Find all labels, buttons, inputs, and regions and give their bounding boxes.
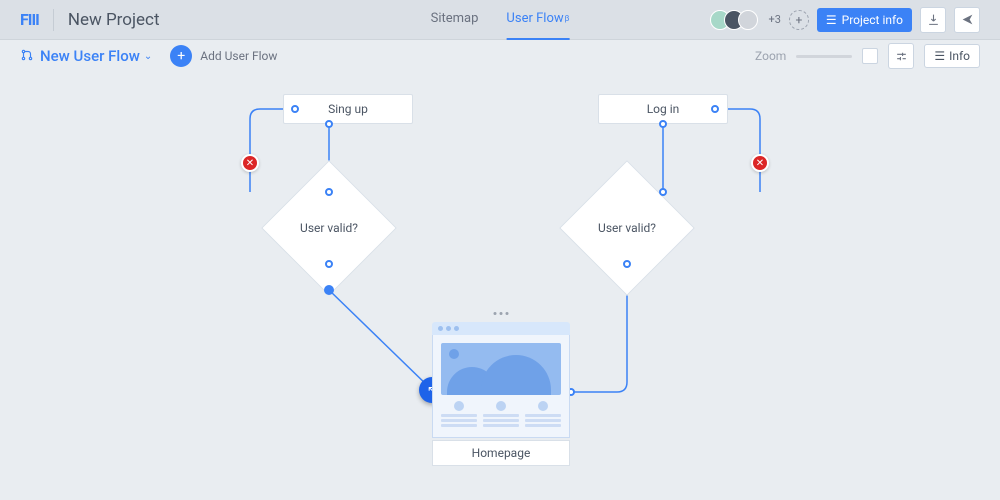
node-label: Log in — [647, 102, 680, 116]
drag-dots-icon — [494, 312, 509, 315]
anchor[interactable] — [659, 120, 667, 128]
tab-userflow[interactable]: User Flowβ — [506, 0, 569, 40]
download-icon — [927, 13, 940, 26]
anchor[interactable] — [325, 260, 333, 268]
share-icon — [961, 13, 974, 26]
zoom-value-box[interactable] — [862, 48, 878, 64]
project-title[interactable]: New Project — [68, 10, 160, 30]
browser-chrome — [432, 322, 570, 335]
settings-button[interactable] — [888, 43, 914, 69]
connector-handle[interactable] — [324, 285, 334, 295]
extra-collaborators-count[interactable]: +3 — [768, 13, 780, 26]
add-flow-label: Add User Flow — [200, 49, 277, 63]
flow-canvas[interactable]: Sing up Log in ✕ ✕ User valid? User vali… — [0, 72, 1000, 500]
node-label[interactable]: Homepage — [432, 440, 570, 466]
zoom-label: Zoom — [755, 49, 786, 63]
node-signup[interactable]: Sing up — [283, 94, 413, 124]
node-homepage[interactable]: Homepage — [432, 322, 570, 438]
tab-userflow-label: User Flow — [506, 11, 563, 26]
export-button[interactable] — [920, 7, 946, 33]
chevron-down-icon: ⌄ — [144, 51, 152, 62]
zoom-slider[interactable] — [796, 55, 852, 58]
flow-name-dropdown[interactable]: New User Flow ⌄ — [40, 47, 152, 65]
info-button[interactable]: ☰ Info — [924, 44, 980, 68]
main-tabs: Sitemap User Flowβ — [431, 0, 570, 40]
sliders-icon — [895, 50, 908, 63]
info-label: Info — [949, 49, 970, 63]
header-right: +3 + ☰ Project info — [716, 7, 980, 33]
toolbar-right: Zoom ☰ Info — [755, 43, 980, 69]
anchor[interactable] — [325, 120, 333, 128]
divider — [53, 9, 54, 31]
delete-connector-button[interactable]: ✕ — [751, 154, 769, 172]
collaborator-avatars[interactable] — [716, 10, 758, 30]
flow-icon — [20, 47, 34, 66]
share-button[interactable] — [954, 7, 980, 33]
anchor[interactable] — [325, 188, 333, 196]
anchor[interactable] — [659, 188, 667, 196]
delete-connector-button[interactable]: ✕ — [241, 154, 259, 172]
page-preview — [432, 335, 570, 438]
anchor[interactable] — [291, 105, 299, 113]
anchor[interactable] — [623, 260, 631, 268]
app-logo: FIII — [20, 10, 39, 29]
list-icon: ☰ — [826, 13, 837, 27]
flow-toolbar: New User Flow ⌄ + Add User Flow Zoom ☰ I… — [0, 40, 1000, 72]
project-info-button[interactable]: ☰ Project info — [817, 8, 912, 32]
avatar — [738, 10, 758, 30]
flow-name-label: New User Flow — [40, 47, 140, 65]
tab-sitemap[interactable]: Sitemap — [431, 0, 479, 40]
anchor[interactable] — [711, 105, 719, 113]
add-collaborator-button[interactable]: + — [789, 10, 809, 30]
project-info-label: Project info — [842, 13, 903, 27]
beta-badge: β — [565, 14, 570, 23]
app-header: FIII New Project Sitemap User Flowβ +3 +… — [0, 0, 1000, 40]
menu-icon: ☰ — [934, 49, 945, 63]
add-flow-button[interactable]: + — [170, 45, 192, 67]
node-label: Sing up — [328, 102, 368, 116]
